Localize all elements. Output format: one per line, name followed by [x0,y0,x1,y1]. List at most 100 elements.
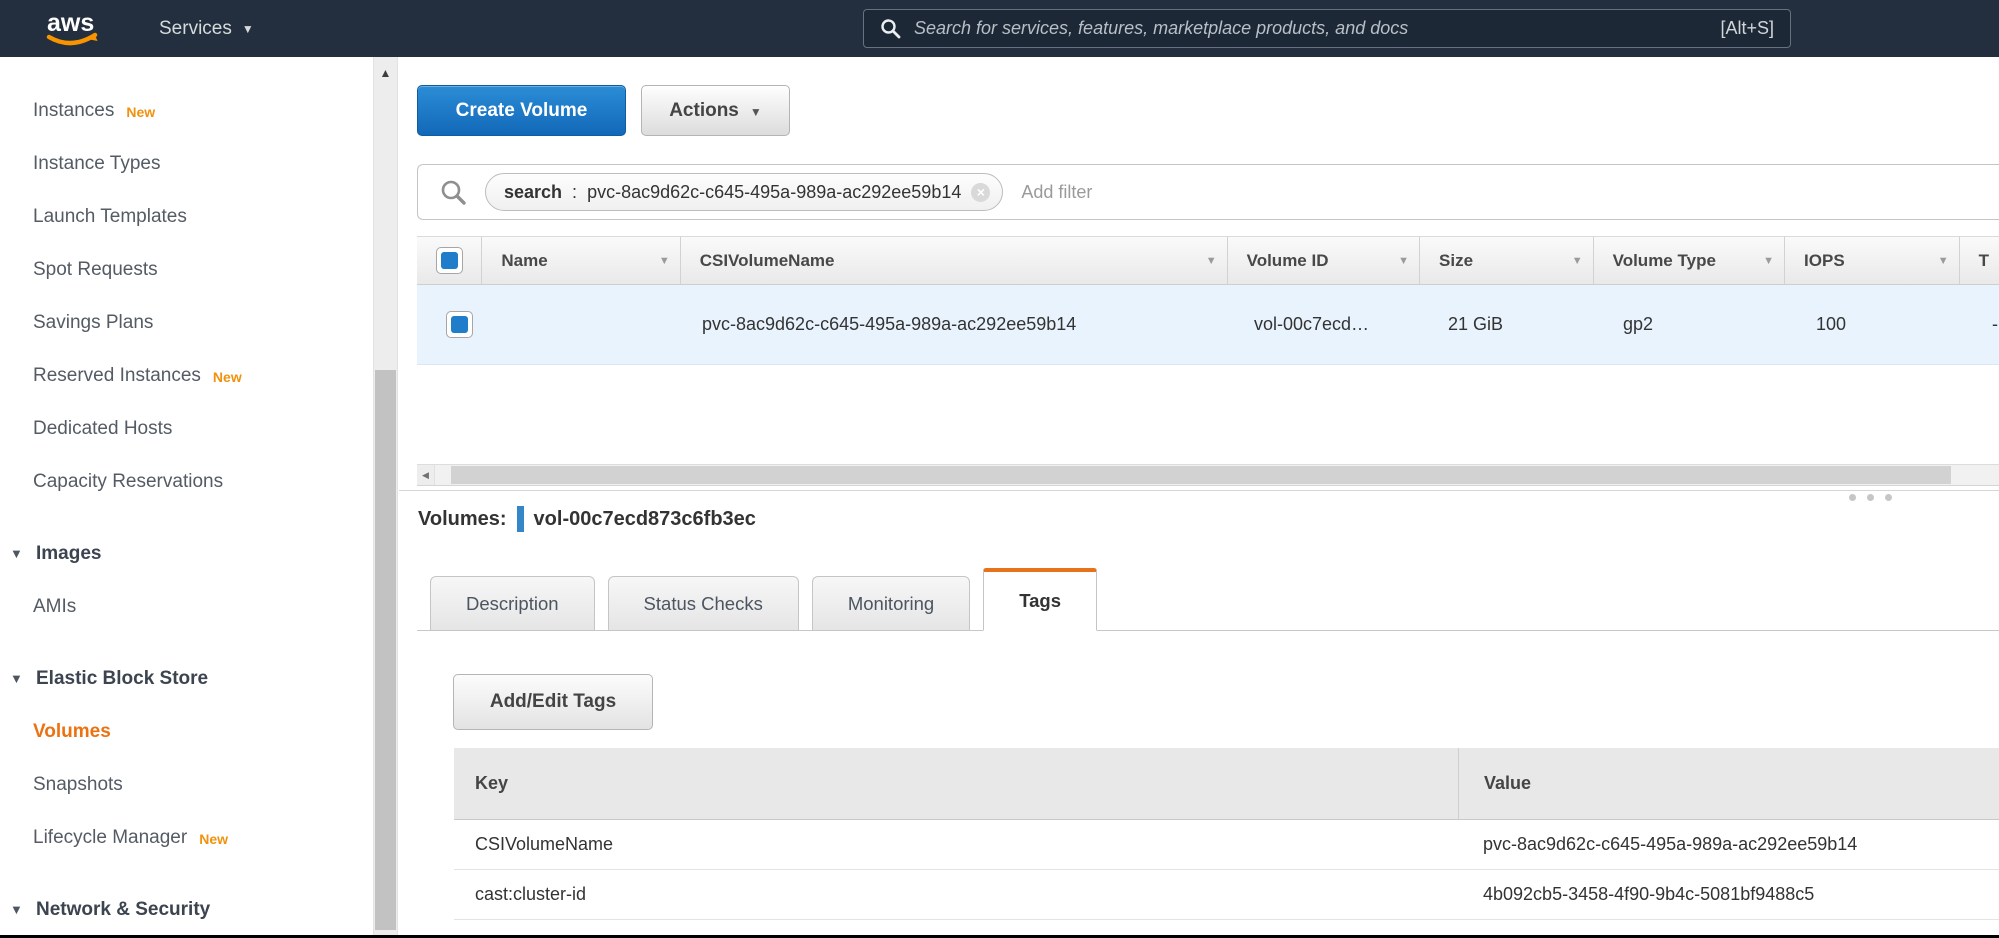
tag-key: CSIVolumeName [454,834,1458,855]
sidebar-item-label: Capacity Reservations [33,471,223,493]
services-caret-icon: ▼ [242,22,254,36]
pane-resize-handle-icon[interactable] [1849,494,1892,501]
column-label: Name [501,251,652,271]
sidebar-section-label: Images [36,543,101,565]
sidebar-item-label: Instances [33,100,114,122]
actions-button[interactable]: Actions ▼ [641,85,790,136]
sort-caret-icon[interactable]: ▼ [1938,255,1949,267]
sort-caret-icon[interactable]: ▼ [1206,255,1217,267]
tags-table: Key Value CSIVolumeName pvc-8ac9d62c-c64… [454,748,1999,920]
volumes-table: Name ▼ CSIVolumeName ▼ Volume ID ▼ Size … [417,236,1999,365]
ec2-console-window: aws Services ▼ [Alt+S] Instances New Ins… [0,0,1999,938]
ec2-sidebar: Instances New Instance Types Launch Temp… [0,57,373,935]
column-header-volume-id[interactable]: Volume ID ▼ [1228,237,1420,284]
new-badge: New [126,104,155,120]
sort-caret-icon[interactable]: ▼ [1398,255,1409,267]
sort-caret-icon[interactable]: ▼ [659,255,670,267]
sidebar-item-instances[interactable]: Instances New [0,84,373,137]
filter-search-icon [440,179,467,206]
tab-monitoring[interactable]: Monitoring [812,576,970,631]
column-header-csivolumename[interactable]: CSIVolumeName ▼ [681,237,1228,284]
volumes-table-header: Name ▼ CSIVolumeName ▼ Volume ID ▼ Size … [417,236,1999,285]
column-header-iops[interactable]: IOPS ▼ [1785,237,1960,284]
sidebar-item-label: Launch Templates [33,206,187,228]
section-caret-icon: ▼ [10,902,36,917]
sidebar-item-savings-plans[interactable]: Savings Plans [0,296,373,349]
filter-remove-icon[interactable]: × [971,183,990,202]
sidebar-item-launch-templates[interactable]: Launch Templates [0,190,373,243]
sidebar-item-volumes[interactable]: Volumes [0,705,373,758]
cell-iops: 100 [1797,314,1973,335]
column-header-throughput[interactable]: T [1960,237,1999,284]
aws-logo[interactable]: aws [46,10,102,53]
tag-row[interactable]: cast:cluster-id 4b092cb5-3458-4f90-9b4c-… [454,870,1999,920]
sort-caret-icon[interactable]: ▼ [1763,255,1774,267]
column-label: T [1979,251,1989,271]
volumes-filter-bar[interactable]: search : pvc-8ac9d62c-c645-495a-989a-ac2… [417,164,1999,220]
add-filter-field[interactable]: Add filter [1021,182,1092,203]
sort-caret-icon[interactable]: ▼ [1572,255,1583,267]
column-header-volume-type[interactable]: Volume Type ▼ [1594,237,1785,284]
scroll-left-icon[interactable]: ◀ [417,465,435,485]
tab-tags[interactable]: Tags [983,568,1097,631]
sidebar-section-images[interactable]: ▼ Images [0,527,373,580]
sidebar-item-label: Reserved Instances [33,365,201,387]
text-cursor-bar [517,506,524,532]
section-caret-icon: ▼ [10,671,36,686]
column-label: Volume ID [1247,251,1393,271]
sidebar-item-capacity-reservations[interactable]: Capacity Reservations [0,455,373,508]
cell-throughput: - [1973,314,1999,335]
horizontal-scrollbar-thumb[interactable] [451,466,1951,484]
row-checkbox[interactable] [446,311,473,338]
column-label: CSIVolumeName [700,251,1200,271]
detail-heading-prefix: Volumes: [418,508,507,531]
sidebar-item-snapshots[interactable]: Snapshots [0,758,373,811]
scroll-up-icon[interactable]: ▲ [374,66,397,80]
sidebar-item-reserved-instances[interactable]: Reserved Instances New [0,349,373,402]
filter-separator: : [572,182,577,203]
column-header-name[interactable]: Name ▼ [482,237,680,284]
sidebar-item-label: AMIs [33,596,76,618]
search-icon [880,18,901,39]
sidebar-item-lifecycle-manager[interactable]: Lifecycle Manager New [0,811,373,864]
sidebar-item-dedicated-hosts[interactable]: Dedicated Hosts [0,402,373,455]
column-header-size[interactable]: Size ▼ [1420,237,1594,284]
table-horizontal-scrollbar[interactable]: ◀ [417,464,1999,486]
sidebar-section-label: Network & Security [36,899,210,921]
sidebar-scrollbar[interactable]: ▲ [373,57,398,935]
detail-heading: Volumes: vol-00c7ecd873c6fb3ec [418,506,756,532]
add-edit-tags-button[interactable]: Add/Edit Tags [453,674,653,730]
global-search-input[interactable] [914,18,1707,39]
sidebar-item-label: Spot Requests [33,259,158,281]
pane-divider [399,490,1999,491]
sidebar-item-instance-types[interactable]: Instance Types [0,137,373,190]
detail-tabs: Description Status Checks Monitoring Tag… [417,567,1999,631]
services-menu[interactable]: Services ▼ [159,0,254,57]
tag-value: 4b092cb5-3458-4f90-9b4c-5081bf9488c5 [1458,884,1999,905]
sidebar-section-network-security[interactable]: ▼ Network & Security [0,883,373,935]
sidebar-item-spot-requests[interactable]: Spot Requests [0,243,373,296]
tag-row[interactable]: CSIVolumeName pvc-8ac9d62c-c645-495a-989… [454,820,1999,870]
global-search-box[interactable]: [Alt+S] [863,9,1791,48]
volume-table-row[interactable]: pvc-8ac9d62c-c645-495a-989a-ac292ee59b14… [417,285,1999,365]
sidebar-scrollbar-thumb[interactable] [375,370,396,930]
select-all-checkbox[interactable] [436,247,463,274]
sidebar-section-elastic-block-store[interactable]: ▼ Elastic Block Store [0,652,373,705]
tag-value: pvc-8ac9d62c-c645-495a-989a-ac292ee59b14 [1458,834,1999,855]
volumes-main-pane: Create Volume Actions ▼ search : pvc-8ac… [399,57,1999,935]
tab-description[interactable]: Description [430,576,595,631]
sidebar-item-label: Instance Types [33,153,160,175]
actions-caret-icon: ▼ [750,105,762,119]
top-navigation-bar: aws Services ▼ [Alt+S] [0,0,1999,57]
active-filter-tag[interactable]: search : pvc-8ac9d62c-c645-495a-989a-ac2… [485,173,1003,211]
cell-volume-id: vol-00c7ecd… [1235,314,1429,335]
new-badge: New [213,369,242,385]
filter-value: pvc-8ac9d62c-c645-495a-989a-ac292ee59b14 [587,182,961,203]
svg-text:aws: aws [47,10,94,37]
sidebar-item-amis[interactable]: AMIs [0,580,373,633]
tab-status-checks[interactable]: Status Checks [608,576,799,631]
tags-table-header: Key Value [454,748,1999,820]
create-volume-button[interactable]: Create Volume [417,85,626,136]
cell-csivolumename: pvc-8ac9d62c-c645-495a-989a-ac292ee59b14 [683,314,1235,335]
actions-label: Actions [669,100,739,122]
